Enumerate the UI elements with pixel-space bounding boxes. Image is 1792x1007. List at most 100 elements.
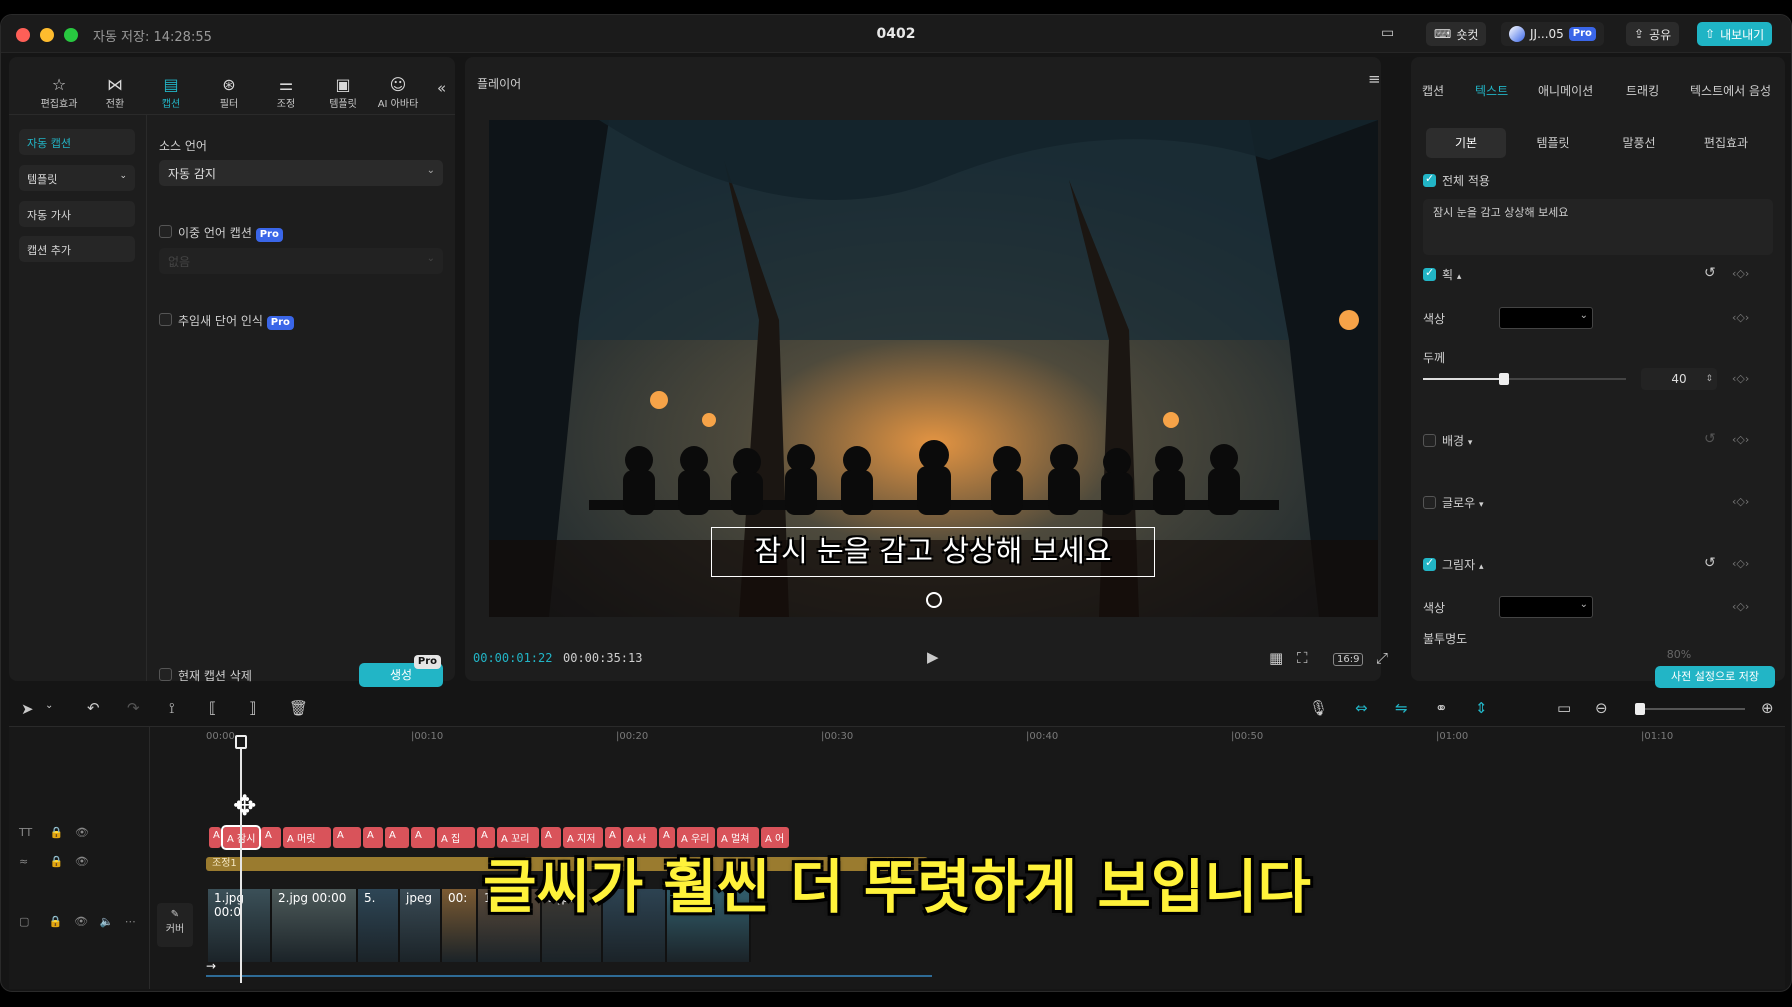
tool-transition[interactable]: ⋈ 전환 — [91, 75, 139, 110]
stepper-icon[interactable]: ⇕ — [1705, 368, 1713, 390]
layout-icon[interactable]: ▭ — [1381, 25, 1394, 41]
auto-snap-icon[interactable]: ⇋ — [1395, 699, 1408, 717]
glow-checkbox[interactable] — [1423, 496, 1436, 509]
lock-icon[interactable]: 🔒 — [50, 826, 64, 839]
preview-axis-icon[interactable]: ⇕ — [1475, 699, 1488, 717]
bilingual-language-select[interactable]: 없음 ⌄ — [159, 248, 443, 274]
shadow-color-picker[interactable]: ⌄ — [1499, 596, 1593, 618]
tool-adjust[interactable]: ⚌ 조정 — [262, 75, 310, 110]
screenshot-icon[interactable]: ⛶ — [1297, 649, 1308, 667]
video-preview[interactable]: 잠시 눈을 감고 상상해 보세요 — [489, 120, 1378, 617]
time-ruler[interactable]: 00:00 |00:10 |00:20 |00:30 |00:40 |00:50 |01:0… — [206, 728, 1782, 748]
keyframe-icon[interactable]: ‹◇› — [1732, 433, 1749, 446]
keyframe-icon[interactable]: ‹◇› — [1732, 267, 1749, 280]
ruler-tick: |00:30 — [821, 731, 854, 742]
subtab-basic[interactable]: 기본 — [1426, 128, 1506, 158]
reset-icon[interactable]: ↺ — [1704, 555, 1716, 571]
source-language-label: 소스 언어 — [159, 139, 207, 153]
reset-icon[interactable]: ↺ — [1704, 265, 1716, 281]
collapse-toolbar-icon[interactable]: « — [437, 79, 446, 97]
fit-icon[interactable]: ▦ — [1269, 649, 1283, 667]
undo-icon[interactable]: ↶ — [87, 699, 100, 717]
sidebar-item-auto-lyrics[interactable]: 자동 가사 — [19, 201, 135, 227]
export-button[interactable]: ⇧ 내보내기 — [1697, 22, 1773, 46]
menu-icon[interactable]: ≡ — [1368, 70, 1381, 88]
subtab-effects[interactable]: 편집효과 — [1686, 128, 1766, 158]
tool-ai-avatar[interactable]: ☺ AI 아바타 — [374, 75, 422, 110]
opacity-value[interactable]: 80% — [1641, 648, 1717, 658]
redo-icon[interactable]: ↷ — [127, 699, 140, 717]
split-icon[interactable]: ⟟ — [169, 699, 175, 717]
chevron-down-icon[interactable]: ⌄ — [45, 700, 53, 711]
share-button[interactable]: ⇪ 공유 — [1626, 22, 1680, 46]
bilingual-checkbox[interactable] — [159, 225, 172, 238]
magnet-icon[interactable]: ⇔ — [1355, 699, 1368, 717]
account-name: JJ...05 — [1530, 27, 1564, 41]
keyframe-icon[interactable]: ‹◇› — [1732, 372, 1749, 385]
keyframe-icon[interactable]: ‹◇› — [1732, 311, 1749, 324]
source-language-select[interactable]: 자동 감지 ⌄ — [159, 160, 443, 186]
subtab-template[interactable]: 템플릿 — [1513, 128, 1593, 158]
microphone-icon[interactable]: 🎙 — [1309, 699, 1328, 717]
keyframe-icon[interactable]: ‹◇› — [1732, 495, 1749, 508]
stroke-color-picker[interactable]: ⌄ — [1499, 307, 1593, 329]
tool-effects[interactable]: ☆ 편집효과 — [35, 75, 83, 110]
chevron-down-icon: ⌄ — [119, 171, 127, 181]
keyframe-icon[interactable]: ‹◇› — [1732, 600, 1749, 613]
split-right-icon[interactable]: ⟧ — [249, 699, 256, 717]
shadow-checkbox[interactable] — [1423, 556, 1436, 571]
play-icon[interactable]: ▶ — [927, 648, 939, 666]
tab-caption[interactable]: 캡션 — [1422, 82, 1444, 99]
rotate-handle-icon[interactable] — [926, 592, 942, 608]
zoom-knob[interactable] — [1635, 703, 1645, 715]
bilingual-text: 이중 언어 캡션 — [178, 226, 252, 240]
save-preset-button[interactable]: 사전 설정으로 저장 — [1655, 666, 1775, 688]
aspect-ratio-button[interactable]: 16:9 — [1333, 653, 1364, 666]
thumbnail-icon[interactable]: ▭ — [1557, 699, 1571, 717]
subtab-bubble[interactable]: 말풍선 — [1599, 128, 1679, 158]
tool-template[interactable]: ▣ 템플릿 — [319, 75, 367, 110]
background-checkbox[interactable] — [1423, 434, 1436, 447]
thickness-slider[interactable] — [1423, 373, 1626, 385]
eye-icon[interactable]: 👁 — [75, 826, 89, 839]
shadow-color-label: 색상 — [1423, 601, 1446, 615]
fullscreen-icon[interactable]: ⤢ — [1376, 649, 1388, 667]
tab-tracking[interactable]: 트래킹 — [1626, 82, 1659, 99]
generate-button[interactable]: 생성 Pro — [359, 655, 443, 687]
tab-text-to-speech[interactable]: 텍스트에서 음성 — [1690, 82, 1780, 99]
zoom-out-icon[interactable]: ⊖ — [1595, 699, 1608, 717]
caret-down-icon: ▾ — [1478, 500, 1484, 510]
zoom-in-icon[interactable]: ⊕ — [1761, 699, 1774, 717]
select-tool-icon[interactable]: ➤ — [21, 700, 34, 718]
tool-caption[interactable]: ▤ 캡션 — [147, 75, 195, 110]
thickness-label: 두께 — [1423, 351, 1446, 365]
split-left-icon[interactable]: ⟦ — [209, 699, 216, 717]
ruler-tick: 00:00 — [206, 731, 235, 742]
caption-selection-box[interactable]: 잠시 눈을 감고 상상해 보세요 — [711, 527, 1155, 577]
filler-word-checkbox[interactable] — [159, 313, 172, 326]
delete-caption-checkbox[interactable] — [159, 668, 172, 681]
apply-all-checkbox[interactable] — [1423, 172, 1436, 187]
delete-icon[interactable]: 🗑 — [289, 699, 308, 717]
tab-text[interactable]: 텍스트 — [1475, 82, 1508, 99]
sidebar-item-template[interactable]: 템플릿 ⌄ — [19, 165, 135, 191]
sidebar-item-auto-caption[interactable]: 자동 캡션 — [19, 129, 135, 155]
link-icon[interactable]: ⚭ — [1435, 699, 1448, 717]
shortcut-button[interactable]: ⌨ 숏컷 — [1426, 22, 1487, 46]
thickness-knob[interactable] — [1499, 373, 1510, 385]
pro-badge: Pro — [255, 228, 283, 242]
tool-filter[interactable]: ⊛ 필터 — [205, 75, 253, 110]
thickness-input[interactable]: 40 ⇕ — [1641, 368, 1717, 390]
keyframe-icon[interactable]: ‹◇› — [1732, 557, 1749, 570]
zoom-slider[interactable] — [1635, 703, 1745, 715]
playhead-handle[interactable] — [235, 735, 247, 749]
reset-icon[interactable]: ↺ — [1704, 431, 1716, 447]
sidebar-item-add-caption[interactable]: 캡션 추가 — [19, 236, 135, 262]
tool-label: AI 아바타 — [377, 99, 419, 110]
stroke-checkbox[interactable] — [1423, 266, 1436, 281]
tab-animation[interactable]: 애니메이션 — [1538, 82, 1593, 99]
account-button[interactable]: JJ...05 Pro — [1501, 22, 1604, 46]
ruler-tick: |01:10 — [1641, 731, 1674, 742]
tool-label: 템플릿 — [329, 99, 357, 110]
caption-text-field[interactable]: 잠시 눈을 감고 상상해 보세요 — [1423, 199, 1773, 255]
